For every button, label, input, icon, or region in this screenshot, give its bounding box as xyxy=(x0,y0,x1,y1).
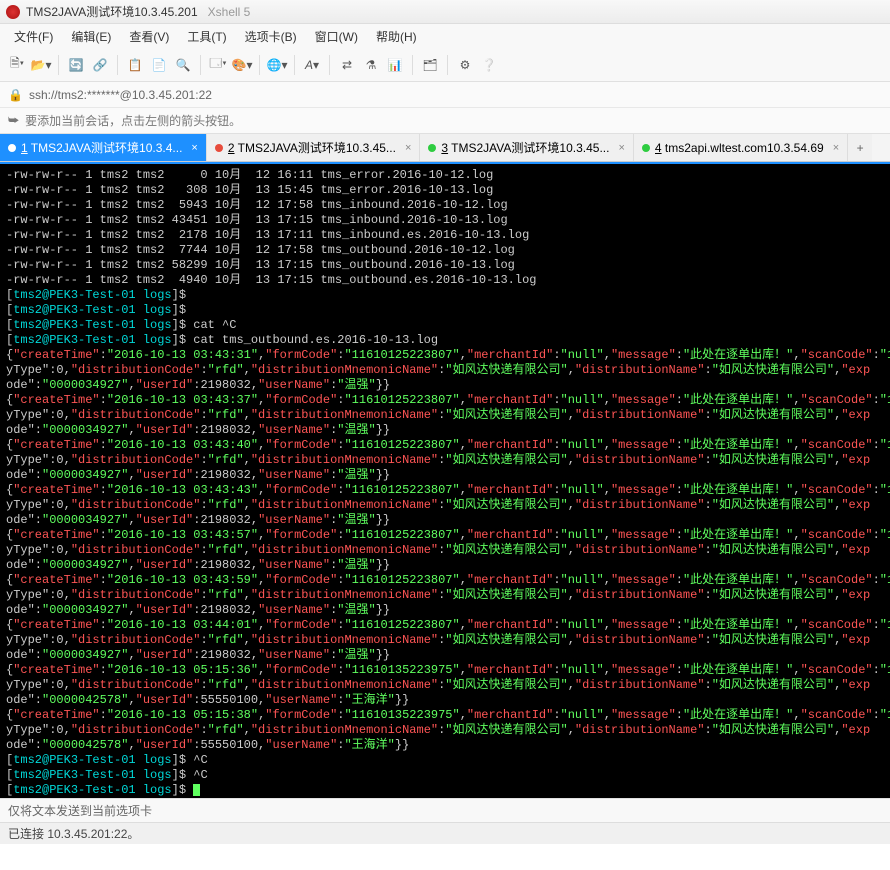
copy-icon[interactable]: 📋 xyxy=(124,54,146,76)
close-icon[interactable]: × xyxy=(191,142,197,154)
add-tab-button[interactable]: + xyxy=(848,134,872,161)
menu-bar: 文件(F)编辑(E)查看(V)工具(T)选项卡(B)窗口(W)帮助(H) xyxy=(0,24,890,48)
menu-item[interactable]: 帮助(H) xyxy=(368,25,425,48)
menu-item[interactable]: 工具(T) xyxy=(179,25,234,48)
title-bar: TMS2JAVA测试环境10.3.45.201 Xshell 5 xyxy=(0,0,890,24)
tab-label: 3 TMS2JAVA测试环境10.3.45... xyxy=(441,139,609,156)
menu-item[interactable]: 选项卡(B) xyxy=(237,25,305,48)
terminal[interactable]: -rw-rw-r-- 1 tms2 tms2 0 10月 12 16:11 tm… xyxy=(0,164,890,798)
close-icon[interactable]: × xyxy=(618,142,624,154)
status-text: 已连接 10.3.45.201:22。 xyxy=(8,825,139,842)
disconnect-icon[interactable]: 🔗 xyxy=(89,54,111,76)
filter-icon[interactable]: ⚗ xyxy=(360,54,382,76)
tab-label: 2 TMS2JAVA测试环境10.3.45... xyxy=(228,139,396,156)
paste-icon[interactable]: 📄 xyxy=(148,54,170,76)
globe-icon[interactable]: 🌐▾ xyxy=(266,54,288,76)
hint-bar: ⮩ 要添加当前会话，点击左侧的箭头按钮。 xyxy=(0,108,890,134)
app-icon xyxy=(6,5,20,19)
send-hint: 仅将文本发送到当前选项卡 xyxy=(8,802,152,819)
stats-icon[interactable]: 📊 xyxy=(384,54,406,76)
session-tab[interactable]: 4 tms2api.wltest.com10.3.54.69 × xyxy=(634,134,848,161)
address-text[interactable]: ssh://tms2:*******@10.3.45.201:22 xyxy=(29,88,212,102)
status-dot xyxy=(215,144,223,152)
tab-label: 1 TMS2JAVA测试环境10.3.4... xyxy=(21,139,182,156)
send-bar: 仅将文本发送到当前选项卡 xyxy=(0,798,890,822)
status-dot xyxy=(428,144,436,152)
menu-item[interactable]: 窗口(W) xyxy=(307,25,366,48)
close-icon[interactable]: × xyxy=(405,142,411,154)
app-subtitle: Xshell 5 xyxy=(208,5,251,19)
font-icon[interactable]: A▾ xyxy=(301,54,323,76)
hint-text: 要添加当前会话，点击左侧的箭头按钮。 xyxy=(25,112,241,129)
session-tab[interactable]: 1 TMS2JAVA测试环境10.3.4... × xyxy=(0,134,207,161)
log-icon[interactable]: 🗂 xyxy=(419,54,441,76)
status-bar: 已连接 10.3.45.201:22。 xyxy=(0,822,890,844)
menu-item[interactable]: 文件(F) xyxy=(6,25,61,48)
toolbar: 🗎▾ 📂▾ 🔄 🔗 📋 📄 🔍 🗔▾ 🎨▾ 🌐▾ A▾ ⇄ ⚗ 📊 🗂 ⚙ ❔ xyxy=(0,48,890,82)
search-icon[interactable]: 🔍 xyxy=(172,54,194,76)
color-icon[interactable]: 🎨▾ xyxy=(231,54,253,76)
tab-label: 4 tms2api.wltest.com10.3.54.69 xyxy=(655,141,824,155)
close-icon[interactable]: × xyxy=(833,142,839,154)
status-dot xyxy=(8,144,16,152)
session-tab[interactable]: 2 TMS2JAVA测试环境10.3.45... × xyxy=(207,134,421,161)
new-icon[interactable]: 🗎▾ xyxy=(6,54,28,76)
menu-item[interactable]: 查看(V) xyxy=(121,25,177,48)
address-bar: 🔒 ssh://tms2:*******@10.3.45.201:22 xyxy=(0,82,890,108)
open-icon[interactable]: 📂▾ xyxy=(30,54,52,76)
window-title: TMS2JAVA测试环境10.3.45.201 xyxy=(26,3,198,20)
tab-bar: 1 TMS2JAVA测试环境10.3.4...×2 TMS2JAVA测试环境10… xyxy=(0,134,890,162)
lock-icon: 🔒 xyxy=(8,88,23,102)
network-icon[interactable]: ⇄ xyxy=(336,54,358,76)
reconnect-icon[interactable]: 🔄 xyxy=(65,54,87,76)
settings-icon[interactable]: ⚙ xyxy=(454,54,476,76)
status-dot xyxy=(642,144,650,152)
help-icon[interactable]: ❔ xyxy=(478,54,500,76)
properties-icon[interactable]: 🗔▾ xyxy=(207,54,229,76)
arrow-icon[interactable]: ⮩ xyxy=(8,113,19,128)
menu-item[interactable]: 编辑(E) xyxy=(63,25,119,48)
session-tab[interactable]: 3 TMS2JAVA测试环境10.3.45... × xyxy=(420,134,634,161)
